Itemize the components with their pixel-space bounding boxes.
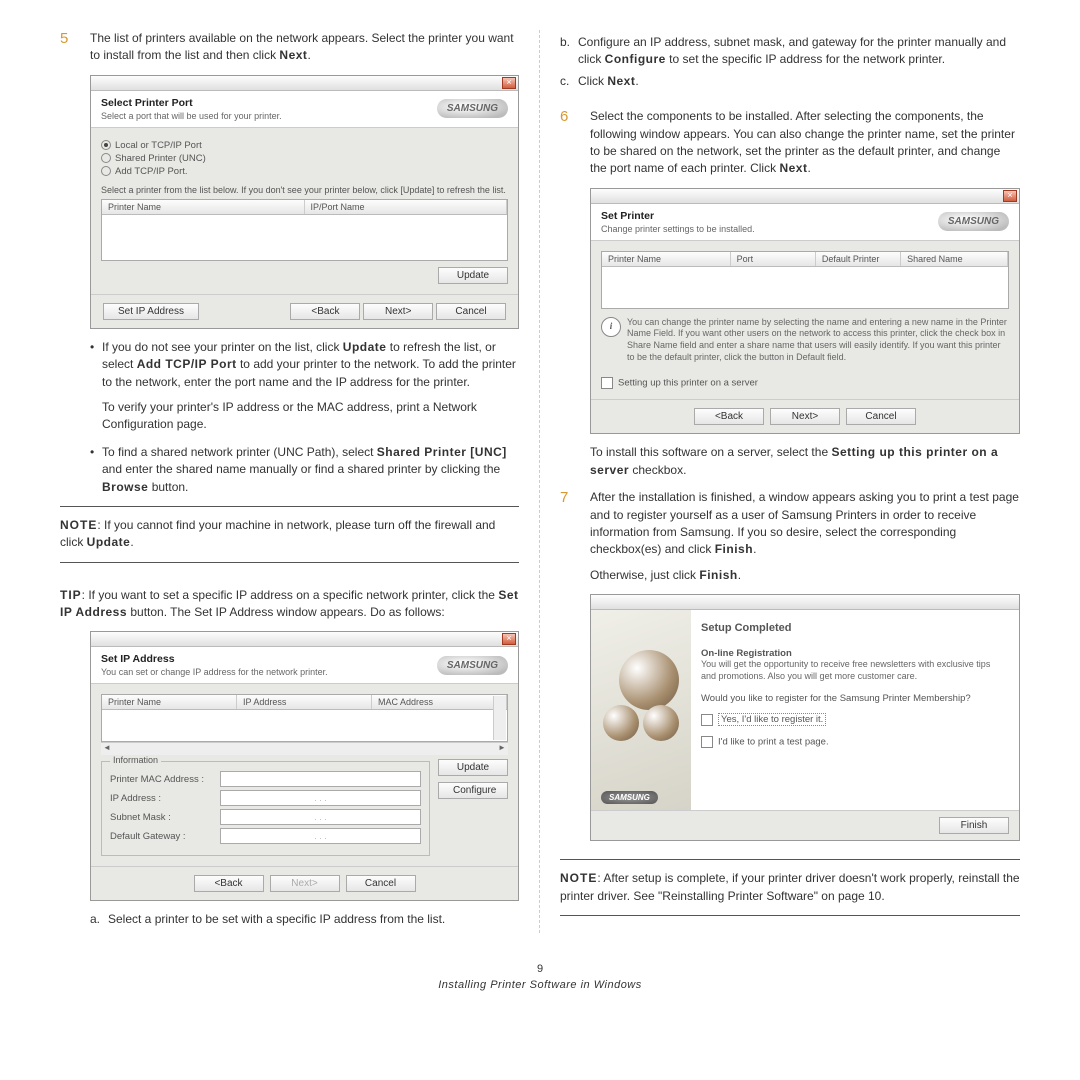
set-printer-dialog: × Set Printer Change printer settings to… [590,188,1020,435]
samsung-logo: SAMSUNG [437,656,508,675]
step-5: 5 The list of printers available on the … [60,30,519,65]
info-group: Information Printer MAC Address : IP Add… [101,761,430,856]
cancel-button[interactable]: Cancel [436,303,506,320]
info-text: You can change the printer name by selec… [627,317,1009,364]
printer-list[interactable]: Printer Name IP Address MAC Address [101,694,508,742]
ip-input[interactable]: . . . [220,790,421,806]
next-button[interactable]: Next> [770,408,840,425]
step-6: 6 Select the components to be installed.… [560,108,1020,178]
col-printer-name: Printer Name [102,200,305,214]
finish-button[interactable]: Finish [939,817,1009,834]
next-button: Next> [270,875,340,892]
server-note: To install this software on a server, se… [590,444,1020,479]
info-icon: i [601,317,621,337]
update-button[interactable]: Update [438,759,508,776]
close-icon[interactable]: × [1003,190,1017,202]
sub-a: a. Select a printer to be set with a spe… [90,911,519,928]
setup-graphic: SAMSUNG [591,610,691,810]
radio-add-tcpip[interactable]: Add TCP/IP Port. [101,166,508,177]
radio-local-tcpip[interactable]: Local or TCP/IP Port [101,140,508,151]
dialog-title: Set IP Address [101,653,328,665]
note-firewall: NOTE: If you cannot find your machine in… [60,517,519,552]
setup-completed-dialog: SAMSUNG Setup Completed On-line Registra… [590,594,1020,841]
samsung-logo: SAMSUNG [938,212,1009,231]
titlebar: × [91,76,518,91]
back-button[interactable]: <Back [694,408,764,425]
mac-input[interactable] [220,771,421,787]
sub-c: c. Click Next. [560,73,1020,90]
bullet-shared: • To find a shared network printer (UNC … [90,444,519,496]
setup-title: Setup Completed [701,622,1005,634]
server-checkbox [601,377,613,389]
update-button[interactable]: Update [438,267,508,284]
register-checkbox[interactable]: Yes, I'd like to register it. [701,714,1005,726]
dialog-title: Select Printer Port [101,97,282,109]
subnet-input[interactable]: . . . [220,809,421,825]
tip-setip: TIP: If you want to set a specific IP ad… [60,587,519,622]
configure-button[interactable]: Configure [438,782,508,799]
note-reinstall: NOTE: After setup is complete, if your p… [560,870,1020,905]
step-7: 7 After the installation is finished, a … [560,489,1020,584]
next-button[interactable]: Next> [363,303,433,320]
back-button[interactable]: <Back [290,303,360,320]
cancel-button[interactable]: Cancel [346,875,416,892]
close-icon[interactable]: × [502,77,516,89]
set-ip-button[interactable]: Set IP Address [103,303,199,320]
testpage-checkbox[interactable]: I'd like to print a test page. [701,736,1005,748]
bullet-update: • If you do not see your printer on the … [90,339,519,434]
dialog-subtitle: You can set or change IP address for the… [101,667,328,677]
step-number: 5 [60,30,90,65]
close-icon[interactable]: × [502,633,516,645]
samsung-logo: SAMSUNG [437,99,508,118]
select-printer-port-dialog: × Select Printer Port Select a port that… [90,75,519,329]
server-checkbox-row[interactable]: Setting up this printer on a server [601,377,1009,389]
radio-shared-unc[interactable]: Shared Printer (UNC) [101,153,508,164]
step-text: The list of printers available on the ne… [90,30,519,65]
printer-list[interactable]: Printer Name IP/Port Name [101,199,508,261]
cancel-button[interactable]: Cancel [846,408,916,425]
hint-text: Select a printer from the list below. If… [101,185,508,195]
page-footer: 9 Installing Printer Software in Windows [60,963,1020,991]
dialog-subtitle: Select a port that will be used for your… [101,111,282,121]
sub-b: b. Configure an IP address, subnet mask,… [560,34,1020,69]
set-ip-dialog: × Set IP Address You can set or change I… [90,631,519,901]
gateway-input[interactable]: . . . [220,828,421,844]
col-ip-port: IP/Port Name [305,200,508,214]
printer-settings-list[interactable]: Printer Name Port Default Printer Shared… [601,251,1009,309]
back-button[interactable]: <Back [194,875,264,892]
scrollbar[interactable] [493,696,506,740]
scrollbar-h[interactable]: ◄► [101,742,508,755]
